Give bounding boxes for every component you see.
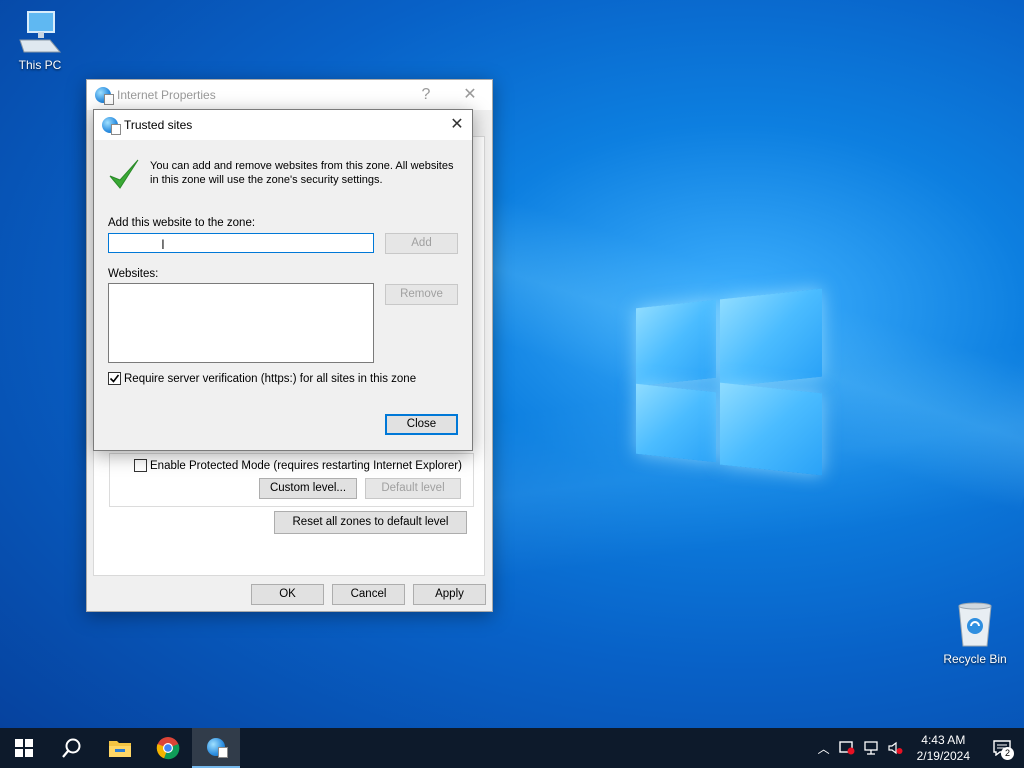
- notification-count-badge: 2: [1001, 747, 1014, 760]
- close-dialog-button[interactable]: Close: [385, 414, 458, 435]
- search-button[interactable]: [48, 728, 96, 768]
- desktop-icon-this-pc[interactable]: This PC: [0, 8, 80, 72]
- text-cursor-icon: I: [161, 236, 165, 252]
- titlebar[interactable]: Internet Properties ? ✕: [87, 80, 492, 110]
- start-button[interactable]: [0, 728, 48, 768]
- trusted-sites-dialog: Trusted sites ✕ You can add and remove w…: [93, 109, 473, 451]
- remove-button[interactable]: Remove: [385, 284, 458, 305]
- websites-label: Websites:: [108, 268, 159, 280]
- help-button[interactable]: ?: [411, 84, 441, 106]
- custom-level-button[interactable]: Custom level...: [259, 478, 357, 499]
- windows-logo-wallpaper: [636, 288, 822, 480]
- internet-options-taskbar-button[interactable]: [192, 728, 240, 768]
- network-icon[interactable]: [859, 741, 883, 755]
- default-level-button[interactable]: Default level: [365, 478, 461, 499]
- chrome-button[interactable]: [144, 728, 192, 768]
- window-title: Internet Properties: [117, 88, 216, 102]
- websites-listbox[interactable]: [108, 283, 374, 363]
- protected-mode-label: Enable Protected Mode (requires restarti…: [150, 459, 462, 472]
- cancel-button[interactable]: Cancel: [332, 584, 405, 605]
- reset-all-zones-button[interactable]: Reset all zones to default level: [274, 511, 467, 534]
- volume-muted-icon[interactable]: [883, 741, 907, 755]
- checkmark-icon: [108, 158, 140, 192]
- checkbox-box[interactable]: [134, 459, 147, 472]
- chevron-up-icon[interactable]: ︿: [813, 740, 835, 757]
- desktop-icon-label: This PC: [18, 58, 62, 72]
- system-tray: ︿ 4:43 AM 2/19/2024 2: [813, 728, 1024, 768]
- internet-options-icon: [95, 87, 114, 105]
- recycle-bin-icon: [955, 602, 995, 648]
- titlebar[interactable]: Trusted sites ✕: [94, 110, 472, 140]
- computer-icon: [18, 8, 62, 54]
- info-text: You can add and remove websites from thi…: [150, 160, 454, 186]
- clock[interactable]: 4:43 AM 2/19/2024: [917, 732, 970, 764]
- apply-button[interactable]: Apply: [413, 584, 486, 605]
- desktop-icon-recycle-bin[interactable]: Recycle Bin: [935, 602, 1015, 666]
- file-explorer-icon: [109, 741, 131, 757]
- internet-options-icon: [207, 738, 228, 758]
- chrome-icon: [156, 737, 180, 760]
- ok-button[interactable]: OK: [251, 584, 324, 605]
- search-icon: [62, 738, 81, 758]
- add-website-input[interactable]: [108, 233, 374, 253]
- taskbar: ︿ 4:43 AM 2/19/2024 2: [0, 728, 1024, 768]
- checkbox-checked[interactable]: [108, 372, 121, 385]
- start-icon: [15, 739, 33, 757]
- add-button[interactable]: Add: [385, 233, 458, 254]
- desktop-icon-label: Recycle Bin: [943, 652, 1007, 666]
- clock-time: 4:43 AM: [921, 733, 966, 747]
- notifications-button[interactable]: 2: [980, 728, 1024, 768]
- require-https-checkbox[interactable]: Require server verification (https:) for…: [108, 372, 416, 385]
- protected-mode-checkbox[interactable]: Enable Protected Mode (requires restarti…: [134, 459, 462, 472]
- trusted-sites-icon: [102, 117, 121, 135]
- close-button[interactable]: ✕: [455, 84, 485, 106]
- dialog-title: Trusted sites: [124, 118, 193, 132]
- add-website-label: Add this website to the zone:: [108, 217, 256, 229]
- require-https-label: Require server verification (https:) for…: [124, 372, 417, 385]
- security-warning-icon[interactable]: [835, 741, 859, 755]
- close-button[interactable]: ✕: [442, 114, 472, 136]
- clock-date: 2/19/2024: [916, 749, 970, 763]
- file-explorer-button[interactable]: [96, 728, 144, 768]
